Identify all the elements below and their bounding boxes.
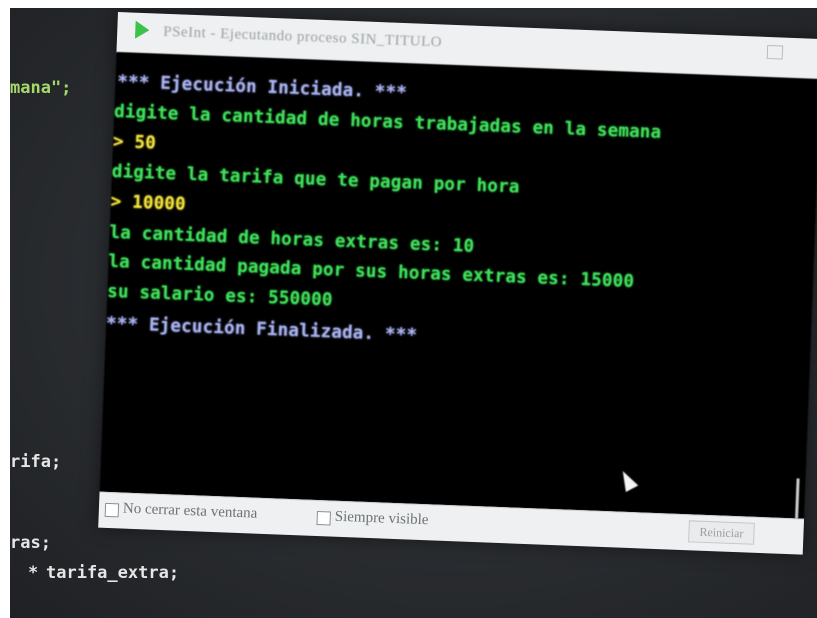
console-line-prompt-rate: digite la tarifa que te pagan por hora	[111, 161, 520, 198]
console-line-extra-hours: la cantidad de horas extras es: 10	[109, 222, 475, 257]
editor-code-fragment: ras;	[10, 533, 51, 553]
editor-code-fragment: rifa;	[10, 452, 62, 472]
maximize-button[interactable]	[766, 44, 784, 60]
vertical-scrollbar[interactable]	[794, 478, 800, 519]
console-line-end: *** Ejecución Finalizada. ***	[105, 313, 418, 346]
execution-window[interactable]: PSeInt - Ejecutando proceso SIN_TITULO *…	[98, 12, 817, 555]
editor-operator: *	[28, 563, 39, 583]
restart-button[interactable]: Reiniciar	[688, 520, 755, 545]
always-visible-checkbox[interactable]	[316, 511, 331, 526]
photo-frame: mana"; rifa; ras; * tarifa_extra; PSeInt…	[0, 0, 817, 618]
console-line-salary: su salario es: 550000	[106, 281, 333, 311]
keep-open-label[interactable]: No cerrar esta ventana	[123, 501, 258, 523]
console-line-start: *** Ejecución Iniciada. ***	[116, 72, 408, 104]
editor-code-fragment: mana";	[10, 78, 72, 98]
console-line-input-rate: > 10000	[110, 191, 187, 215]
console-line-input-hours: > 50	[112, 131, 157, 154]
console-line-prompt-hours: digite la cantidad de horas trabajadas e…	[113, 101, 662, 143]
always-visible-label[interactable]: Siempre visible	[334, 509, 428, 530]
pseint-play-icon	[134, 20, 150, 40]
mouse-pointer-icon	[616, 467, 639, 493]
window-title: PSeInt - Ejecutando proceso SIN_TITULO	[162, 23, 443, 51]
editor-code-fragment: tarifa_extra;	[46, 563, 180, 583]
monitor-screen: mana"; rifa; ras; * tarifa_extra; PSeInt…	[10, 8, 817, 618]
console-output[interactable]: *** Ejecución Iniciada. *** digite la ca…	[99, 51, 817, 519]
keep-open-checkbox[interactable]	[104, 502, 120, 518]
